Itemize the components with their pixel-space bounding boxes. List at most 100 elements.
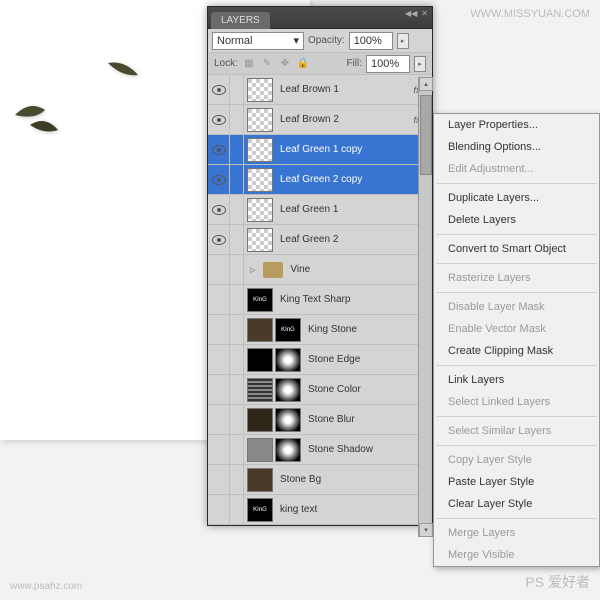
layer-row[interactable]: Leaf Brown 2fx▾	[208, 105, 432, 135]
layer-row[interactable]: KInGKing Stone	[208, 315, 432, 345]
layer-thumbnail[interactable]	[247, 378, 273, 402]
layer-row[interactable]: KInGKing Text Sharp	[208, 285, 432, 315]
layer-row[interactable]: Leaf Green 1 copy	[208, 135, 432, 165]
layer-name[interactable]: Stone Shadow	[304, 444, 432, 455]
fill-flyout[interactable]: ▸	[414, 56, 426, 72]
lock-all-icon[interactable]: 🔒	[296, 57, 310, 71]
link-well[interactable]	[230, 165, 244, 195]
menu-item[interactable]: Create Clipping Mask	[434, 340, 599, 362]
link-well[interactable]	[230, 435, 244, 465]
menu-item[interactable]: Delete Layers	[434, 209, 599, 231]
layer-name[interactable]: Stone Color	[304, 384, 432, 395]
close-icon[interactable]: ✕	[421, 9, 428, 18]
layer-row[interactable]: Leaf Green 1	[208, 195, 432, 225]
layer-name[interactable]: Vine	[286, 264, 432, 275]
layer-thumbnail[interactable]	[247, 168, 273, 192]
layer-row[interactable]: Stone Shadow	[208, 435, 432, 465]
link-well[interactable]	[230, 465, 244, 495]
lock-trans-icon[interactable]: ▦	[242, 57, 256, 71]
visibility-toggle[interactable]	[208, 195, 230, 225]
link-well[interactable]	[230, 135, 244, 165]
fill-input[interactable]: 100%	[366, 55, 410, 73]
lock-brush-icon[interactable]: ✎	[260, 57, 274, 71]
menu-item[interactable]: Duplicate Layers...	[434, 187, 599, 209]
layer-row[interactable]: ▷ Vine	[208, 255, 432, 285]
layer-thumbnail[interactable]	[275, 348, 301, 372]
layer-row[interactable]: Leaf Green 2	[208, 225, 432, 255]
layer-name[interactable]: Leaf Green 1	[276, 204, 432, 215]
layer-name[interactable]: Stone Bg	[276, 474, 432, 485]
menu-item[interactable]: Link Layers	[434, 369, 599, 391]
layer-thumbnail[interactable]	[247, 228, 273, 252]
layer-name[interactable]: Leaf Green 2	[276, 234, 432, 245]
layer-row[interactable]: KInGking text	[208, 495, 432, 525]
link-well[interactable]	[230, 75, 244, 105]
layer-thumbnail[interactable]	[275, 408, 301, 432]
layer-thumbnail[interactable]	[247, 318, 273, 342]
link-well[interactable]	[230, 255, 244, 285]
scroll-up-button[interactable]: ▴	[419, 77, 433, 91]
link-well[interactable]	[230, 315, 244, 345]
layer-thumbnail[interactable]: KInG	[247, 498, 273, 522]
link-well[interactable]	[230, 345, 244, 375]
blend-mode-select[interactable]: Normal ▾	[212, 32, 304, 50]
layer-thumbnail[interactable]	[247, 108, 273, 132]
scroll-thumb[interactable]	[420, 95, 432, 175]
layer-row[interactable]: Leaf Green 2 copy	[208, 165, 432, 195]
link-well[interactable]	[230, 225, 244, 255]
scroll-down-button[interactable]: ▾	[419, 523, 433, 537]
collapse-icon[interactable]: ◀◀	[405, 9, 417, 18]
layer-row[interactable]: Stone Bg	[208, 465, 432, 495]
layer-name[interactable]: Stone Edge	[304, 354, 432, 365]
visibility-toggle[interactable]	[208, 465, 230, 495]
visibility-toggle[interactable]	[208, 75, 230, 105]
visibility-toggle[interactable]	[208, 345, 230, 375]
layer-name[interactable]: King Text Sharp	[276, 294, 432, 305]
visibility-toggle[interactable]	[208, 165, 230, 195]
layer-thumbnail[interactable]: KInG	[275, 318, 301, 342]
layer-thumbnail[interactable]	[247, 78, 273, 102]
menu-item[interactable]: Paste Layer Style	[434, 471, 599, 493]
layer-row[interactable]: Leaf Brown 1fx▾	[208, 75, 432, 105]
layer-thumbnail[interactable]	[247, 198, 273, 222]
link-well[interactable]	[230, 105, 244, 135]
visibility-toggle[interactable]	[208, 315, 230, 345]
visibility-toggle[interactable]	[208, 225, 230, 255]
visibility-toggle[interactable]	[208, 375, 230, 405]
link-well[interactable]	[230, 285, 244, 315]
opacity-input[interactable]: 100%	[349, 32, 393, 50]
link-well[interactable]	[230, 195, 244, 225]
layer-thumbnail[interactable]	[275, 438, 301, 462]
menu-item[interactable]: Blending Options...	[434, 136, 599, 158]
layer-row[interactable]: Stone Blur	[208, 405, 432, 435]
layer-row[interactable]: Stone Edge	[208, 345, 432, 375]
layer-thumbnail[interactable]	[247, 138, 273, 162]
visibility-toggle[interactable]	[208, 255, 230, 285]
layer-name[interactable]: Leaf Green 1 copy	[276, 144, 432, 155]
layer-name[interactable]: Leaf Brown 2	[276, 114, 411, 125]
disclosure-icon[interactable]: ▷	[247, 266, 258, 274]
layer-row[interactable]: Stone Color	[208, 375, 432, 405]
opacity-flyout[interactable]: ▸	[397, 33, 409, 49]
layer-name[interactable]: Leaf Green 2 copy	[276, 174, 432, 185]
layer-name[interactable]: king text	[276, 504, 432, 515]
link-well[interactable]	[230, 495, 244, 525]
layer-thumbnail[interactable]	[275, 378, 301, 402]
layer-thumbnail[interactable]	[247, 348, 273, 372]
visibility-toggle[interactable]	[208, 135, 230, 165]
layer-name[interactable]: Stone Blur	[304, 414, 432, 425]
layer-thumbnail[interactable]	[247, 468, 273, 492]
visibility-toggle[interactable]	[208, 105, 230, 135]
layer-thumbnail[interactable]: KInG	[247, 288, 273, 312]
menu-item[interactable]: Convert to Smart Object	[434, 238, 599, 260]
menu-item[interactable]: Layer Properties...	[434, 114, 599, 136]
layer-thumbnail[interactable]	[247, 438, 273, 462]
layer-thumbnail[interactable]	[247, 408, 273, 432]
visibility-toggle[interactable]	[208, 435, 230, 465]
visibility-toggle[interactable]	[208, 285, 230, 315]
layer-name[interactable]: Leaf Brown 1	[276, 84, 411, 95]
link-well[interactable]	[230, 405, 244, 435]
menu-item[interactable]: Clear Layer Style	[434, 493, 599, 515]
tab-layers[interactable]: LAYERS	[211, 12, 270, 29]
layer-name[interactable]: King Stone	[304, 324, 432, 335]
